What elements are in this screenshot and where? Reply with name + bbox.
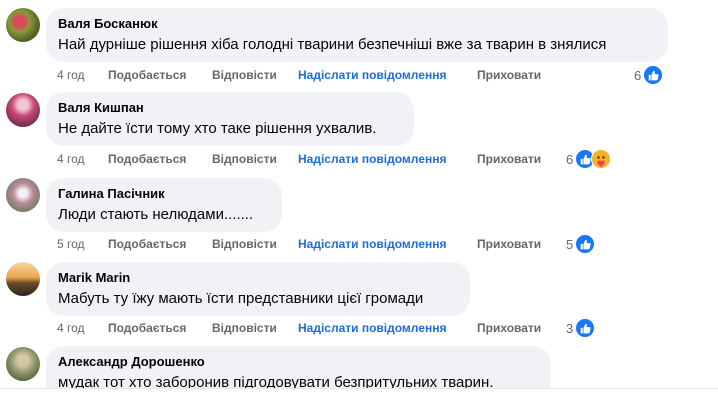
reply-button[interactable]: Відповісти bbox=[212, 319, 277, 337]
avatar[interactable] bbox=[6, 347, 40, 381]
comment-author[interactable]: Валя Кишпан bbox=[58, 99, 402, 116]
avatar[interactable] bbox=[6, 262, 40, 296]
send-message-button[interactable]: Надіслати повідомлення bbox=[298, 235, 446, 253]
reply-button[interactable]: Відповісти bbox=[212, 66, 277, 84]
like-button[interactable]: Подобається bbox=[108, 66, 186, 84]
comment-author[interactable]: Галина Пасічник bbox=[58, 185, 270, 202]
send-message-button[interactable]: Надіслати повідомлення bbox=[298, 66, 446, 84]
reaction-summary[interactable]: 6 bbox=[566, 149, 612, 169]
comment-text: Мабуть ту їжу мають їсти представники ці… bbox=[58, 290, 424, 307]
reaction-summary[interactable]: 5 bbox=[566, 234, 596, 254]
like-button[interactable]: Подобається bbox=[108, 319, 186, 337]
comment-time[interactable]: 5 год bbox=[57, 235, 85, 253]
like-button[interactable]: Подобається bbox=[108, 150, 186, 168]
avatar[interactable] bbox=[6, 93, 40, 127]
hide-button[interactable]: Приховати bbox=[477, 319, 541, 337]
avatar[interactable] bbox=[6, 8, 40, 42]
comment-time[interactable]: 4 год bbox=[57, 150, 85, 168]
send-message-button[interactable]: Надіслати повідомлення bbox=[298, 150, 446, 168]
comment-author[interactable]: Marik Marin bbox=[58, 269, 458, 286]
reaction-count: 5 bbox=[566, 236, 574, 252]
comment-bubble: Валя Кишпан Не дайте їсти тому хто таке … bbox=[46, 92, 414, 146]
comment-author[interactable]: Александр Дорошенко bbox=[58, 353, 539, 370]
reaction-summary[interactable]: 6 bbox=[634, 65, 664, 85]
reaction-count: 6 bbox=[566, 151, 574, 167]
reaction-summary[interactable]: 3 bbox=[566, 318, 596, 338]
comment-text: Люди стають нелюдами....... bbox=[58, 206, 254, 223]
send-message-button[interactable]: Надіслати повідомлення bbox=[298, 319, 446, 337]
comment-author[interactable]: Валя Босканюк bbox=[58, 15, 656, 32]
like-button[interactable]: Подобається bbox=[108, 235, 186, 253]
comment-bubble: Валя Босканюк Най дурніше рішення хіба г… bbox=[46, 8, 668, 62]
avatar[interactable] bbox=[6, 178, 40, 212]
comment-time[interactable]: 4 год bbox=[57, 66, 85, 84]
comment-composer-edge bbox=[0, 388, 718, 404]
like-icon bbox=[643, 65, 664, 85]
comment-bubble: Галина Пасічник Люди стають нелюдами....… bbox=[46, 178, 282, 232]
reply-button[interactable]: Відповісти bbox=[212, 150, 277, 168]
reply-button[interactable]: Відповісти bbox=[212, 235, 277, 253]
comment-time[interactable]: 4 год bbox=[57, 319, 85, 337]
like-icon bbox=[575, 318, 596, 338]
like-icon bbox=[575, 234, 596, 254]
reaction-count: 3 bbox=[566, 320, 574, 336]
care-icon bbox=[591, 149, 612, 169]
hide-button[interactable]: Приховати bbox=[477, 235, 541, 253]
comment-text: Най дурніше рішення хіба голодні тварини… bbox=[58, 36, 607, 53]
hide-button[interactable]: Приховати bbox=[477, 150, 541, 168]
comment-bubble: Marik Marin Мабуть ту їжу мають їсти пре… bbox=[46, 262, 470, 316]
reaction-count: 6 bbox=[634, 67, 642, 83]
comment-text: Не дайте їсти тому хто таке рішення ухва… bbox=[58, 120, 377, 137]
hide-button[interactable]: Приховати bbox=[477, 66, 541, 84]
